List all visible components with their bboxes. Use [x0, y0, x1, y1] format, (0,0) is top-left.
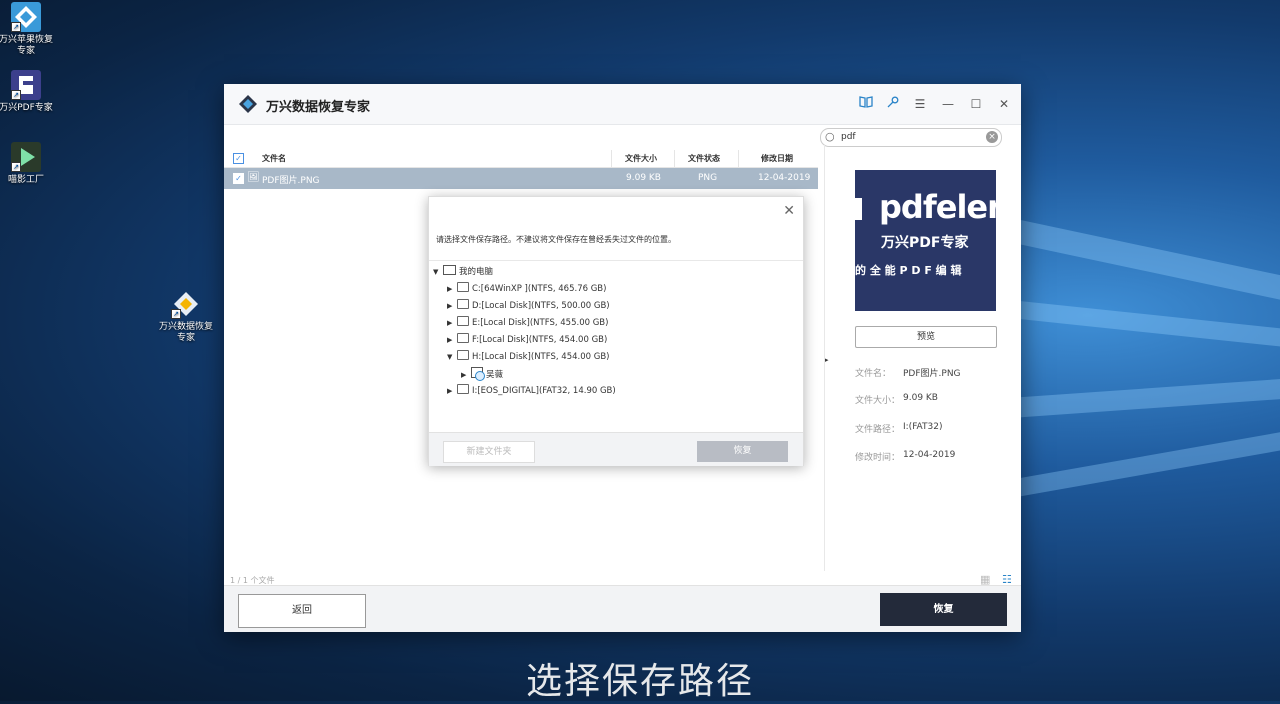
row-name: PDF图片.PNG [262, 176, 320, 186]
dialog-footer: 新建文件夹 恢复 [429, 432, 803, 466]
tree-item-drive-c[interactable]: ▶ C:[64WinXP ](NTFS, 465.76 GB) [447, 282, 606, 294]
header-name[interactable]: 文件名 [262, 153, 286, 164]
header-status[interactable]: 文件状态 [688, 153, 720, 164]
preview-logo-text: pdfelen [879, 188, 996, 226]
app-title: 万兴数据恢复专家 [266, 100, 371, 115]
light-beam [1007, 218, 1280, 305]
titlebar: 万兴数据恢复专家 ☰ — ☐ ✕ [224, 84, 1021, 125]
info-path-value: I:(FAT32) [903, 422, 943, 432]
drive-icon [457, 333, 469, 343]
desktop-icon-pdf-expert[interactable]: ↗ 万兴PDF专家 [0, 70, 56, 114]
info-size-label: 文件大小： [855, 396, 901, 406]
recover-button[interactable]: 恢复 [880, 593, 1007, 626]
recovery-app-icon: ↗ [11, 2, 41, 32]
preview-button[interactable]: 预览 [855, 326, 997, 348]
minimize-icon[interactable]: — [940, 96, 956, 112]
image-file-icon: 🖼 [247, 172, 260, 183]
desktop-icon-label: 喵影工厂 [7, 175, 44, 185]
drive-icon [457, 299, 469, 309]
search-icon: ○ [825, 130, 835, 143]
header-date[interactable]: 修改日期 [761, 153, 793, 164]
collapsed-arrow-icon[interactable]: ▶ [447, 336, 457, 344]
info-path-label: 文件路径： [855, 425, 901, 435]
desktop-icon-filmora[interactable]: ↗ 喵影工厂 [0, 142, 56, 186]
collapsed-arrow-icon[interactable]: ▶ [447, 302, 457, 310]
tree-item-my-computer[interactable]: ▼ 我的电脑 [433, 265, 493, 277]
light-beam [1008, 428, 1280, 498]
row-size: 9.09 KB [626, 173, 661, 183]
tree-item-folder[interactable]: ▶ 吴薇 [461, 367, 503, 381]
info-date-label: 修改时间： [855, 453, 901, 463]
row-date: 12-04-2019 [758, 173, 811, 183]
save-path-dialog: ✕ 请选择文件保存路径。不建议将文件保存在曾经丢失过文件的位置。 ▼ 我的电脑 ▶… [428, 196, 804, 466]
desktop-icon-apple-recovery[interactable]: ↗ 万兴苹果恢复专家 [0, 2, 56, 57]
desktop-icon-label: 万兴苹果恢复专家 [0, 35, 53, 56]
light-beam [1009, 300, 1280, 350]
row-checkbox[interactable]: ✓ [233, 173, 244, 184]
info-date-value: 12-04-2019 [903, 450, 956, 460]
table-header: ✓ 文件名 文件大小 文件状态 修改日期 [224, 150, 818, 168]
row-status: PNG [698, 173, 718, 183]
folder-icon [471, 367, 485, 381]
tree-item-drive-e[interactable]: ▶ E:[Local Disk](NTFS, 455.00 GB) [447, 316, 608, 328]
clear-search-icon[interactable]: × [986, 131, 998, 143]
desktop-icon-label: 万兴PDF专家 [0, 103, 53, 113]
select-all-checkbox[interactable]: ✓ [233, 153, 244, 164]
maximize-icon[interactable]: ☐ [968, 96, 984, 112]
pdf-app-icon: ↗ [11, 70, 41, 100]
drive-icon [457, 350, 469, 360]
collapsed-arrow-icon[interactable]: ▶ [447, 387, 457, 395]
drive-icon [457, 384, 469, 394]
preview-title-text: 万兴PDF专家 [881, 235, 969, 251]
expanded-arrow-icon[interactable]: ▼ [433, 268, 443, 276]
info-size-value: 9.09 KB [903, 393, 938, 403]
computer-icon [443, 265, 456, 275]
tree-item-drive-d[interactable]: ▶ D:[Local Disk](NTFS, 500.00 GB) [447, 299, 610, 311]
tree-item-drive-i[interactable]: ▶ I:[EOS_DIGITAL](FAT32, 14.90 GB) [447, 384, 616, 396]
header-size[interactable]: 文件大小 [625, 153, 657, 164]
desktop-icon-data-recovery[interactable]: ↗ 万兴数据恢复专家 [156, 289, 216, 344]
search-box[interactable]: ○ × [820, 128, 1002, 147]
preview-thumbnail: pdfelen 万兴PDF专家 的 全 能 P D F 编 辑 [855, 170, 996, 311]
dialog-recover-button[interactable]: 恢复 [697, 441, 788, 462]
info-name-value: PDF图片.PNG [903, 369, 961, 379]
collapsed-arrow-icon[interactable]: ▶ [447, 285, 457, 293]
dialog-close-icon[interactable]: ✕ [783, 203, 795, 219]
expanded-arrow-icon[interactable]: ▼ [447, 353, 457, 361]
new-folder-button[interactable]: 新建文件夹 [443, 441, 535, 463]
video-subtitle: 选择保存路径 [525, 661, 754, 702]
close-icon[interactable]: ✕ [996, 96, 1012, 112]
info-name-label: 文件名： [855, 369, 892, 379]
collapse-arrow-icon[interactable]: ▸ [825, 356, 829, 364]
video-app-icon: ↗ [11, 142, 41, 172]
collapsed-arrow-icon[interactable]: ▶ [461, 371, 471, 379]
tree-item-drive-f[interactable]: ▶ F:[Local Disk](NTFS, 454.00 GB) [447, 333, 607, 345]
light-beam [1009, 377, 1280, 418]
key-icon[interactable] [885, 96, 901, 112]
dialog-message: 请选择文件保存路径。不建议将文件保存在曾经丢失过文件的位置。 [436, 235, 676, 244]
desktop-icon-label: 万兴数据恢复专家 [158, 322, 213, 343]
app-logo-icon [239, 95, 257, 113]
book-icon[interactable] [858, 96, 874, 112]
tree-item-drive-h[interactable]: ▼ H:[Local Disk](NTFS, 454.00 GB) [447, 350, 609, 362]
drive-icon [457, 316, 469, 326]
data-recovery-app-icon: ↗ [171, 289, 201, 319]
search-input[interactable] [841, 130, 981, 144]
back-button[interactable]: 返回 [238, 594, 366, 628]
footer-bar: 返回 恢复 [224, 585, 1021, 632]
collapsed-arrow-icon[interactable]: ▶ [447, 319, 457, 327]
menu-icon[interactable]: ☰ [912, 96, 928, 112]
drive-icon [457, 282, 469, 292]
preview-tagline-text: 的 全 能 P D F 编 辑 [855, 264, 962, 277]
table-row[interactable]: ✓ 🖼 PDF图片.PNG 9.09 KB PNG 12-04-2019 [224, 168, 818, 189]
